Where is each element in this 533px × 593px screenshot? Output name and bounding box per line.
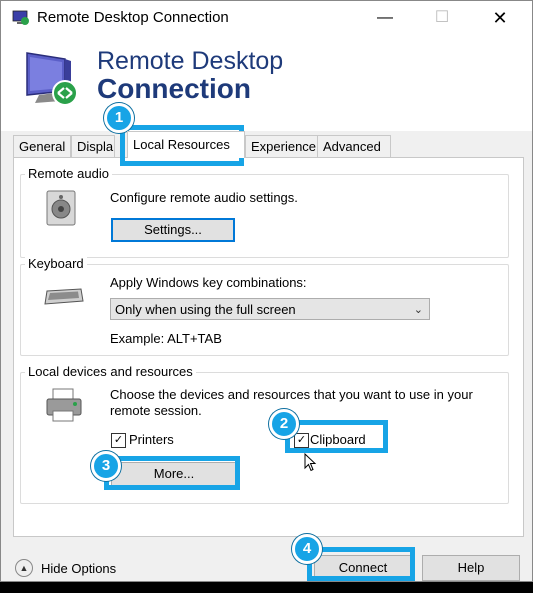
remote-desktop-logo-icon bbox=[26, 52, 78, 106]
title-bar: Remote Desktop Connection — ☐ ✕ bbox=[1, 1, 532, 35]
speaker-icon bbox=[46, 190, 76, 226]
printers-label: Printers bbox=[129, 432, 174, 447]
local-devices-description-line1: Choose the devices and resources that yo… bbox=[110, 387, 473, 402]
hide-options-label: Hide Options bbox=[41, 561, 117, 576]
keyboard-group: Keyboard Apply Windows key combinations:… bbox=[20, 256, 509, 356]
windows-key-combination-select[interactable]: Only when using the full screen ⌄ bbox=[110, 298, 430, 320]
remote-audio-description: Configure remote audio settings. bbox=[110, 190, 298, 205]
keyboard-example: Example: ALT+TAB bbox=[110, 331, 222, 346]
audio-settings-button[interactable]: Settings... bbox=[111, 218, 235, 242]
local-devices-description-line2: remote session. bbox=[110, 403, 202, 418]
close-button[interactable]: ✕ bbox=[477, 1, 523, 35]
minimize-button[interactable]: — bbox=[362, 1, 408, 35]
remote-audio-group: Remote audio Configure remote audio sett… bbox=[20, 166, 509, 258]
tab-advanced[interactable]: Advanced bbox=[317, 135, 391, 157]
remote-desktop-window: Remote Desktop Connection — ☐ ✕ Remote D… bbox=[0, 0, 533, 582]
callout-badge-3: 3 bbox=[91, 451, 121, 481]
local-devices-title: Local devices and resources bbox=[25, 364, 196, 379]
maximize-button[interactable]: ☐ bbox=[419, 1, 465, 35]
callout-highlight-connect bbox=[307, 547, 415, 581]
chevron-up-icon: ▲ bbox=[15, 559, 33, 577]
callout-highlight-more bbox=[104, 456, 240, 490]
chevron-down-icon: ⌄ bbox=[413, 304, 423, 316]
callout-badge-1: 1 bbox=[104, 103, 134, 133]
windows-key-combination-value: Only when using the full screen bbox=[115, 302, 296, 317]
keyboard-title: Keyboard bbox=[25, 256, 87, 271]
help-button[interactable]: Help bbox=[422, 555, 520, 581]
printers-checkbox[interactable]: ✓ bbox=[111, 433, 126, 448]
tab-display[interactable]: Displa bbox=[71, 135, 115, 157]
callout-badge-4: 4 bbox=[292, 534, 322, 564]
callout-badge-2: 2 bbox=[269, 409, 299, 439]
keyboard-description: Apply Windows key combinations: bbox=[110, 275, 307, 290]
tab-experience[interactable]: Experience bbox=[245, 135, 319, 157]
callout-highlight-clipboard bbox=[285, 420, 388, 453]
tab-general[interactable]: General bbox=[13, 135, 71, 157]
remote-desktop-app-icon bbox=[12, 10, 29, 25]
local-resources-panel: Remote audio Configure remote audio sett… bbox=[13, 157, 524, 537]
printer-icon bbox=[46, 388, 82, 422]
banner-title-line2: Connection bbox=[97, 73, 251, 104]
window-title: Remote Desktop Connection bbox=[37, 9, 229, 26]
local-devices-group: Local devices and resources Choose the d… bbox=[20, 364, 509, 504]
mouse-cursor-icon bbox=[304, 453, 317, 472]
banner: Remote Desktop Connection bbox=[1, 35, 532, 131]
banner-title-line1: Remote Desktop bbox=[97, 47, 284, 75]
remote-audio-title: Remote audio bbox=[25, 166, 112, 181]
tab-local-resources[interactable]: Local Resources bbox=[127, 131, 245, 158]
keyboard-icon bbox=[44, 288, 84, 305]
